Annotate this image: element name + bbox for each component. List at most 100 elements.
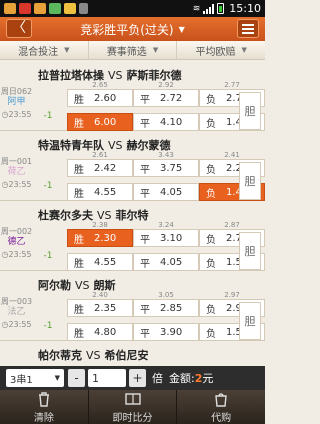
bet-option-button[interactable]: 胜 4.80	[67, 323, 133, 341]
handicap-value: -1	[43, 321, 53, 331]
bet-option-label: 负	[206, 164, 216, 176]
bet-option-odds: 3.75	[160, 162, 183, 174]
bet-option-button[interactable]: 平 3.75	[133, 159, 199, 177]
multiple-input[interactable]: 1	[88, 369, 126, 387]
bet-row: 2.38 胜 2.30 3.24 平 3.10 2.87 负 2.73	[33, 221, 265, 247]
live-score-button[interactable]: 即时比分	[89, 390, 178, 424]
average-odds: 3.43	[158, 151, 174, 159]
multiple-decrease-button[interactable]: -	[68, 369, 85, 387]
bet-option-odds: 4.80	[94, 326, 117, 338]
bet-option-label: 平	[140, 118, 150, 130]
banker-button[interactable]: 胆	[239, 302, 261, 340]
bet-option-button[interactable]: 平 4.05	[133, 183, 199, 201]
bet-row: -1 胜 4.80 平 3.90 负 1.56	[33, 316, 265, 341]
bet-row: -1 胜 6.00 平 4.10 负 1.41	[33, 106, 265, 131]
bet-option-label: 胜	[74, 258, 84, 270]
bet-option-button[interactable]: 胜 2.35	[67, 299, 133, 317]
match-info: 周一003 法乙 ◷23:55	[0, 272, 33, 340]
bet-option-label: 胜	[74, 234, 84, 246]
bet-option-label: 胜	[74, 304, 84, 316]
bet-option-odds: 4.05	[160, 186, 183, 198]
match-number: 周日062	[0, 87, 33, 96]
average-odds: 2.61	[92, 151, 108, 159]
back-arrow-icon: 〈	[12, 20, 26, 36]
filter-bet-type[interactable]: 混合投注 ▼	[0, 41, 89, 59]
match-time-wrap: ◷23:55	[0, 250, 33, 259]
bet-row: -1 胜 4.55 平 4.05 负 1.47	[33, 176, 265, 201]
signal-icon	[203, 3, 215, 14]
title-bar: 〈 竞彩胜平负(过关) ▼	[0, 17, 265, 41]
match-number: 周一001	[0, 157, 33, 166]
chevron-down-icon: ▼	[54, 374, 60, 382]
bet-option-button[interactable]: 平 3.90	[133, 323, 199, 341]
buy-button[interactable]: 代购	[177, 390, 265, 424]
match-item: 帕尔蒂克 VS 希伯尼安	[0, 342, 265, 366]
pass-type-select[interactable]: 3串1 ▼	[6, 369, 64, 387]
multiple-suffix: 倍	[152, 372, 163, 385]
match-number: 周一002	[0, 227, 33, 236]
bet-option-label: 负	[206, 328, 216, 340]
bet-option-label: 胜	[74, 188, 84, 200]
banker-button[interactable]: 胆	[239, 162, 261, 200]
bet-option-label: 负	[206, 304, 216, 316]
match-item: 周一003 法乙 ◷23:55 阿尔勒 VS 朗斯 2.40 胜 2.35 3.05…	[0, 272, 265, 341]
match-time: 23:55	[8, 180, 32, 189]
page-title[interactable]: 竞彩胜平负(过关)	[80, 21, 173, 38]
bet-option-button[interactable]: 平 3.10	[133, 229, 199, 247]
bet-option-button[interactable]: 平 2.85	[133, 299, 199, 317]
filter-odds[interactable]: 平均欧赔 ▼	[177, 41, 265, 59]
bet-option-label: 负	[206, 258, 216, 270]
amount-label: 金额:	[169, 372, 195, 385]
bet-option-odds: 4.05	[160, 256, 183, 268]
bet-option-button[interactable]: 胜 6.00	[67, 113, 133, 131]
banker-button[interactable]: 胆	[239, 92, 261, 130]
bet-option-label: 平	[140, 234, 150, 246]
match-item: 周一001 荷乙 ◷23:55 特温特青年队 VS 赫尔蒙德 2.61 胜 2.42…	[0, 132, 265, 201]
wifi-icon: ≋	[192, 3, 201, 14]
bet-option-label: 负	[206, 118, 216, 130]
bet-option-button[interactable]: 胜 4.55	[67, 183, 133, 201]
battery-icon	[217, 3, 225, 14]
match-time-wrap: ◷23:55	[0, 180, 33, 189]
match-info: 周一001 荷乙 ◷23:55	[0, 132, 33, 200]
vs-label: VS	[86, 349, 101, 362]
home-team: 帕尔蒂克	[38, 349, 82, 362]
clock: 15:10	[229, 2, 261, 15]
back-button[interactable]: 〈	[6, 19, 32, 38]
bet-option-odds: 3.10	[160, 232, 183, 244]
bet-option-button[interactable]: 胜 2.42	[67, 159, 133, 177]
bet-option-button[interactable]: 平 4.05	[133, 253, 199, 271]
status-bar: ≋ 15:10	[0, 0, 265, 17]
average-odds: 2.38	[92, 221, 108, 229]
average-odds: 2.87	[224, 221, 240, 229]
menu-button[interactable]	[237, 19, 259, 38]
average-odds: 2.41	[224, 151, 240, 159]
match-item: 周日062 阿甲 ◷23:55 拉普拉塔体操 VS 萨斯菲尔德 2.65 胜 2.6…	[0, 62, 265, 131]
bet-option-label: 负	[206, 94, 216, 106]
bet-option-odds: 2.72	[160, 92, 183, 104]
bet-option-button[interactable]: 胜 4.55	[67, 253, 133, 271]
average-odds: 2.92	[158, 81, 174, 89]
banker-button[interactable]: 胆	[239, 232, 261, 270]
chevron-down-icon: ▼	[64, 46, 70, 54]
match-number: 周一003	[0, 297, 33, 306]
bet-option-odds: 2.42	[94, 162, 117, 174]
match-list[interactable]: 周日062 阿甲 ◷23:55 拉普拉塔体操 VS 萨斯菲尔德 2.65 胜 2.6…	[0, 60, 265, 366]
handicap-value: -1	[43, 111, 53, 121]
menu-icon	[242, 23, 254, 26]
bet-option-button[interactable]: 胜 2.30	[67, 229, 133, 247]
away-team: 希伯尼安	[104, 349, 149, 362]
clear-button[interactable]: 清除	[0, 390, 89, 424]
bet-option-button[interactable]: 胜 2.60	[67, 89, 133, 107]
bet-option-label: 胜	[74, 94, 84, 106]
bet-option-odds: 2.30	[94, 232, 117, 244]
filter-matches[interactable]: 赛事筛选 ▼	[89, 41, 178, 59]
bet-option-odds: 3.90	[160, 326, 183, 338]
bottom-toolbar: 清除 即时比分 代购	[0, 390, 265, 424]
bet-option-button[interactable]: 平 4.10	[133, 113, 199, 131]
scoreboard-icon	[124, 392, 141, 405]
bet-option-button[interactable]: 平 2.72	[133, 89, 199, 107]
bet-option-odds: 6.00	[94, 116, 117, 128]
bet-option-label: 胜	[74, 118, 84, 130]
multiple-increase-button[interactable]: +	[129, 369, 146, 387]
